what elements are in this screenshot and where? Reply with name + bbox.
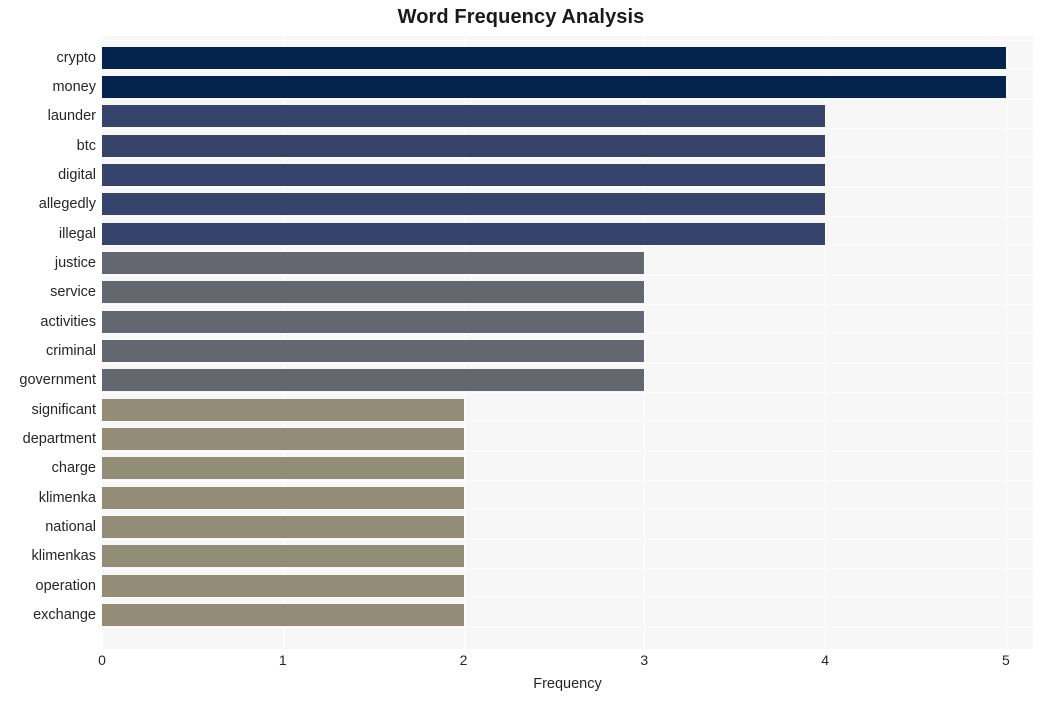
- y-tick-label-national: national: [45, 519, 96, 535]
- page-title: Word Frequency Analysis: [397, 6, 645, 28]
- y-tick-label-government: government: [19, 372, 96, 388]
- gridline-y: [102, 40, 1033, 41]
- bar-department: [102, 428, 464, 450]
- gridline-y: [102, 304, 1033, 305]
- y-tick-label-launder: launder: [47, 108, 96, 124]
- x-tick-label-1: 1: [278, 652, 287, 668]
- bar-charge: [102, 457, 464, 479]
- bar-criminal: [102, 340, 644, 362]
- bar-btc: [102, 135, 825, 157]
- y-tick-label-service: service: [50, 284, 96, 300]
- y-tick-label-criminal: criminal: [46, 343, 96, 359]
- gridline-y: [102, 421, 1033, 422]
- chart-page: Word Frequency Analysis crypto money laund…: [0, 0, 1042, 701]
- bar-significant: [102, 399, 464, 421]
- x-tick-label-4: 4: [821, 652, 829, 668]
- y-tick-label-money: money: [52, 79, 96, 95]
- y-tick-label-significant: significant: [31, 402, 96, 418]
- y-tick-label-illegal: illegal: [58, 226, 96, 242]
- bar-government: [102, 369, 644, 391]
- y-tick-label-crypto: crypto: [56, 50, 97, 66]
- bar-allegedly: [102, 193, 825, 215]
- y-tick-label-justice: justice: [54, 255, 96, 271]
- y-tick-label-activities: activities: [40, 314, 96, 330]
- gridline-y: [102, 627, 1033, 628]
- x-tick-label-3: 3: [640, 652, 649, 668]
- gridline-y: [102, 509, 1033, 510]
- gridline-y: [102, 216, 1033, 217]
- x-tick-label-2: 2: [459, 652, 468, 668]
- bar-launder: [102, 105, 825, 127]
- bar-klimenkas: [102, 545, 464, 567]
- gridline-y: [102, 539, 1033, 540]
- y-tick-label-exchange: exchange: [33, 607, 96, 623]
- gridline-y: [102, 275, 1033, 276]
- y-tick-label-btc: btc: [76, 138, 96, 154]
- bar-klimenka: [102, 487, 464, 509]
- x-tick-label-5: 5: [1001, 652, 1010, 668]
- plot-area: [102, 36, 1033, 649]
- x-tick-label-0: 0: [98, 652, 106, 668]
- gridline-y: [102, 128, 1033, 129]
- y-tick-label-charge: charge: [51, 460, 96, 476]
- y-tick-label-department: department: [22, 431, 96, 447]
- bar-crypto: [102, 47, 1006, 69]
- y-tick-label-operation: operation: [35, 578, 96, 594]
- y-tick-label-klimenkas: klimenkas: [31, 548, 96, 564]
- bar-operation: [102, 575, 464, 597]
- gridline-y: [102, 99, 1033, 100]
- bar-service: [102, 281, 644, 303]
- y-tick-label-digital: digital: [58, 167, 96, 183]
- bar-national: [102, 516, 464, 538]
- y-tick-label-allegedly: allegedly: [38, 196, 96, 212]
- gridline-y: [102, 451, 1033, 452]
- gridline-y: [102, 392, 1033, 393]
- bar-illegal: [102, 223, 825, 245]
- bar-justice: [102, 252, 644, 274]
- bar-activities: [102, 311, 644, 333]
- gridline-y: [102, 363, 1033, 364]
- gridline-y: [102, 597, 1033, 598]
- gridline-y: [102, 69, 1033, 70]
- gridline-y: [102, 480, 1033, 481]
- bar-digital: [102, 164, 825, 186]
- x-axis-title: Frequency: [533, 676, 602, 692]
- gridline-y: [102, 568, 1033, 569]
- gridline-y: [102, 333, 1033, 334]
- bar-exchange: [102, 604, 464, 626]
- bar-money: [102, 76, 1006, 98]
- gridline-y: [102, 187, 1033, 188]
- y-tick-label-klimenka: klimenka: [38, 490, 96, 506]
- x-axis: Frequency 0 1 2 3 4 5: [98, 649, 1033, 701]
- gridline-y: [102, 245, 1033, 246]
- gridline-y: [102, 157, 1033, 158]
- y-axis-category-labels: crypto money launder btc digital allegedly ill…: [0, 36, 96, 649]
